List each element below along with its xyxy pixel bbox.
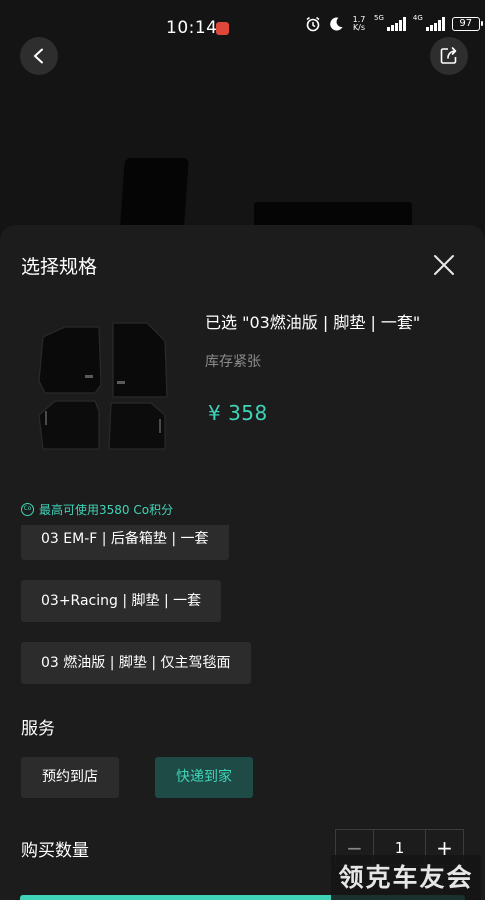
network-speed: 1.7 K/s bbox=[352, 15, 366, 32]
close-icon[interactable] bbox=[430, 251, 458, 279]
product-image bbox=[38, 322, 168, 450]
points-text: 最高可使用3580 Co积分 bbox=[39, 503, 174, 517]
recording-icon bbox=[216, 22, 229, 35]
spec-options-list[interactable]: 03 EM-F | 后备箱垫 | 一套 03+Racing | 脚垫 | 一套 … bbox=[0, 525, 485, 690]
moon-icon bbox=[330, 17, 343, 31]
chevron-left-icon bbox=[33, 48, 43, 64]
sim2-label: 4G bbox=[412, 14, 423, 22]
watermark: 领克车友会 bbox=[331, 855, 481, 900]
price: ¥ 358 bbox=[208, 401, 268, 425]
signal-icon bbox=[386, 17, 406, 31]
quantity-label: 购买数量 bbox=[21, 841, 89, 861]
points-info: Co 最高可使用3580 Co积分 bbox=[21, 501, 173, 518]
spec-option[interactable]: 03 EM-F | 后备箱垫 | 一套 bbox=[21, 525, 229, 560]
share-icon bbox=[440, 47, 457, 64]
status-bar: 10:14 1.7 K/s 5G 4G 97 bbox=[0, 0, 485, 56]
sheet-title: 选择规格 bbox=[21, 256, 98, 278]
spec-option[interactable]: 03 燃油版 | 脚垫 | 仅主驾毯面 bbox=[21, 642, 251, 684]
stock-status: 库存紧张 bbox=[205, 354, 261, 370]
system-icons: 1.7 K/s 5G 4G 97 bbox=[305, 14, 483, 32]
back-button[interactable] bbox=[20, 37, 58, 75]
status-time: 10:14 bbox=[166, 18, 218, 38]
co-coin-icon: Co bbox=[21, 503, 34, 516]
share-button[interactable] bbox=[430, 37, 468, 75]
selected-spec-text: 已选 "03燃油版 | 脚垫 | 一套" bbox=[205, 313, 421, 332]
service-option-home-delivery[interactable]: 快递到家 bbox=[155, 757, 253, 798]
signal-icon bbox=[425, 17, 445, 31]
spec-option[interactable]: 03+Racing | 脚垫 | 一套 bbox=[21, 580, 222, 622]
spec-selection-sheet: 选择规格 已选 "03燃油版 | 脚垫 | 一套" 库存紧张 ¥ 358 Co … bbox=[0, 225, 485, 900]
battery-indicator: 97 bbox=[451, 17, 483, 31]
alarm-icon bbox=[306, 16, 320, 32]
service-option-store-pickup[interactable]: 预约到店 bbox=[21, 757, 119, 798]
service-heading: 服务 bbox=[21, 719, 55, 739]
sim1-label: 5G bbox=[374, 14, 384, 22]
